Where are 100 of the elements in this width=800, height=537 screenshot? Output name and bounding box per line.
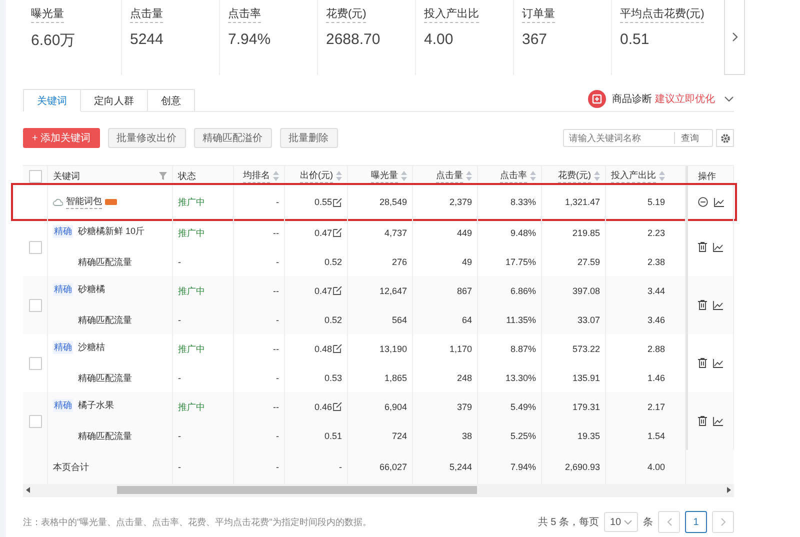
edit-icon[interactable] [333,198,342,206]
scroll-right-icon[interactable] [727,487,731,493]
diagnosis-icon [588,90,606,108]
tab[interactable]: 创意 [147,89,195,111]
table-cell: 248 [456,372,472,382]
table-cell: 17.75% [505,256,536,266]
match-tag: 精确 [53,225,73,238]
edit-icon[interactable] [333,286,342,295]
metric-value: 4.00 [424,31,454,48]
trash-icon[interactable] [698,416,707,426]
toolbar-button[interactable]: 批量修改出价 [108,128,186,148]
match-tag: 精确 [53,283,73,296]
select-all-checkbox[interactable] [28,170,42,182]
table-cell: 276 [392,256,407,266]
edit-icon[interactable] [333,344,342,353]
table-cell: - [339,462,342,472]
metric-label: 平均点击花费(元) [620,6,704,23]
table-cell: 5.25% [510,430,536,440]
trash-icon[interactable] [698,242,707,252]
edit-icon[interactable] [333,228,342,237]
table-cell: 4,737 [384,228,407,238]
table-cell: 13,190 [379,344,407,354]
table-cell: 5,244 [449,462,472,472]
bid-value: 0.51 [324,430,342,440]
sub-keyword-name: 精确匹配流量 [78,372,132,383]
scrollbar-thumb[interactable] [117,486,477,494]
row-checkbox[interactable] [28,298,42,312]
metric-label: 花费(元) [326,6,366,23]
chevron-right-icon [720,518,726,526]
metric-value: 6.60万 [31,31,76,50]
trash-icon[interactable] [698,358,707,368]
total-label: 本页合计 [53,460,89,474]
table-cell: 573.22 [572,344,600,354]
pagination-summary: 共 5 条，每页 [538,516,599,529]
bid-value: 0.47 [314,286,332,296]
table-cell: 28,549 [379,197,407,207]
line-chart-icon[interactable] [714,198,724,206]
table-cell: 7.94% [510,462,536,472]
table-cell: -- [273,286,279,296]
search-field[interactable]: 请输入关键词名称 查询 [563,129,713,147]
column-header: 出价(元) [300,169,333,183]
table-cell: 1,865 [384,372,407,382]
match-tag: 精确 [53,399,73,412]
edit-icon[interactable] [333,402,342,411]
line-chart-icon[interactable] [713,300,723,310]
keyword-name: 砂糖橘 [78,283,105,296]
settings-button[interactable] [716,129,734,147]
keyword-name[interactable]: 智能词包 [66,195,102,209]
table-cell: 9.48% [510,228,536,238]
page-size-select[interactable]: 10 [604,512,638,532]
bid-value: 0.53 [324,372,342,382]
line-chart-icon[interactable] [713,242,723,252]
scroll-left-icon[interactable] [26,487,30,493]
chevron-right-icon [732,32,738,42]
line-chart-icon[interactable] [713,358,723,368]
column-header: 操作 [698,170,716,182]
page-button[interactable]: 1 [685,511,707,533]
toolbar-button[interactable]: 批量删除 [280,128,338,148]
table-cell: 12,647 [379,286,407,296]
table-cell: 66,027 [379,462,407,472]
column-header: 关键词 [53,170,80,182]
status-text: - [178,315,181,326]
table-cell: 2,379 [449,197,472,207]
table-cell: - [276,256,279,266]
trash-icon[interactable] [698,300,707,310]
line-chart-icon[interactable] [713,416,723,426]
table-cell: - [276,314,279,324]
column-header: 投入产出比 [611,169,656,183]
table-cell: 38 [462,430,472,440]
table-cell: -- [273,228,279,238]
row-checkbox[interactable] [28,356,42,370]
column-header: 花费(元) [558,169,591,183]
bid-value: 0.48 [314,344,332,354]
toolbar-button[interactable]: 精确匹配溢价 [194,128,272,148]
tab[interactable]: 关键词 [23,89,81,112]
optimize-link[interactable]: 建议立即优化 [655,92,715,106]
table-cell: 2.38 [647,256,665,266]
chevron-down-icon[interactable] [724,96,734,102]
table-cell: - [276,372,279,382]
status-text: - [178,257,181,268]
table-cell: 397.08 [572,286,600,296]
table-cell: 1,321.47 [564,197,600,207]
table-cell: - [276,430,279,440]
table-cell: - [276,197,279,207]
table-cell: 724 [392,430,407,440]
row-checkbox[interactable] [28,240,42,254]
table-cell: 3.44 [647,286,665,296]
table-cell: 8.33% [510,197,536,207]
table-cell: -- [273,344,279,354]
minus-circle-icon[interactable] [698,197,708,207]
status-text: 推广中 [178,400,205,414]
pagination-unit: 条 [643,516,653,529]
horizontal-scrollbar[interactable] [23,484,734,496]
row-checkbox[interactable] [28,414,42,428]
table-cell: 11.35% [506,314,536,324]
toolbar-button[interactable]: + 添加关键词 [23,128,100,148]
metric-label: 点击率 [228,6,261,23]
table-cell: 5.19 [647,197,665,207]
metric-value: 7.94% [228,31,272,48]
table-cell: 5.49% [510,402,536,412]
